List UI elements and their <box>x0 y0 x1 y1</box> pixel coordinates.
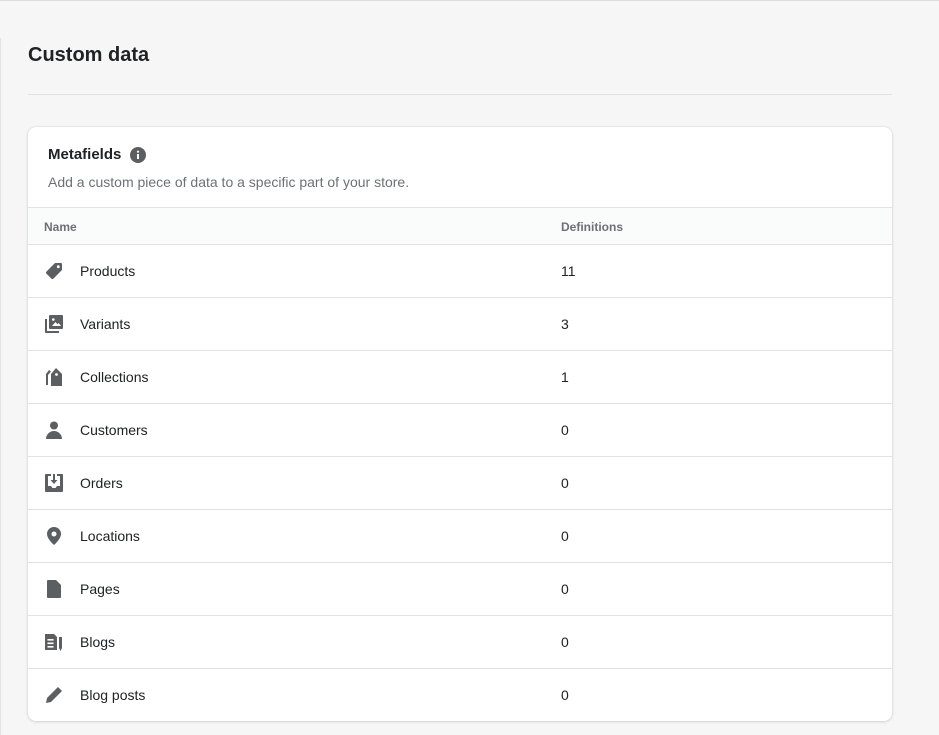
table-row-pages[interactable]: Pages 0 <box>28 563 892 616</box>
collections-icon <box>44 367 64 387</box>
left-border <box>0 38 1 735</box>
row-definitions: 0 <box>561 634 569 650</box>
page-icon <box>44 579 64 599</box>
card-title: Metafields <box>48 146 122 163</box>
row-definitions: 1 <box>561 369 569 385</box>
person-icon <box>44 420 64 440</box>
top-border <box>0 0 939 1</box>
row-definitions: 0 <box>561 475 569 491</box>
column-header-name: Name <box>44 220 77 234</box>
table-header: Name Definitions <box>28 207 892 245</box>
row-name: Pages <box>80 581 120 597</box>
row-name: Customers <box>80 422 148 438</box>
table-row-locations[interactable]: Locations 0 <box>28 510 892 563</box>
card-header: Metafields Add a custom piece of data to… <box>28 127 892 207</box>
column-header-definitions: Definitions <box>561 220 623 234</box>
info-icon[interactable] <box>130 146 147 163</box>
orders-icon <box>44 473 64 493</box>
table-body: Products 11 Variants 3 Collections 1 Cus… <box>28 245 892 721</box>
row-name: Locations <box>80 528 140 544</box>
table-row-blog-posts[interactable]: Blog posts 0 <box>28 669 892 721</box>
table-row-customers[interactable]: Customers 0 <box>28 404 892 457</box>
row-definitions: 11 <box>561 263 576 279</box>
table-row-orders[interactable]: Orders 0 <box>28 457 892 510</box>
card-title-row: Metafields <box>48 146 147 163</box>
table-row-products[interactable]: Products 11 <box>28 245 892 298</box>
row-definitions: 0 <box>561 528 569 544</box>
table-row-blogs[interactable]: Blogs 0 <box>28 616 892 669</box>
row-definitions: 0 <box>561 422 569 438</box>
row-definitions: 0 <box>561 581 569 597</box>
variants-icon <box>44 314 64 334</box>
row-name: Orders <box>80 475 123 491</box>
table-row-variants[interactable]: Variants 3 <box>28 298 892 351</box>
page-title: Custom data <box>28 44 150 66</box>
location-pin-icon <box>44 526 64 546</box>
pencil-icon <box>44 685 64 705</box>
metafields-card: Metafields Add a custom piece of data to… <box>28 127 892 721</box>
row-name: Products <box>80 263 136 279</box>
blog-icon <box>44 632 64 652</box>
row-name: Blogs <box>80 634 116 650</box>
title-divider <box>28 94 892 95</box>
table-row-collections[interactable]: Collections 1 <box>28 351 892 404</box>
tag-icon <box>44 261 64 281</box>
row-name: Blog posts <box>80 687 146 703</box>
row-definitions: 0 <box>561 687 569 703</box>
card-subtitle: Add a custom piece of data to a specific… <box>48 174 410 190</box>
row-definitions: 3 <box>561 316 569 332</box>
row-name: Collections <box>80 369 149 385</box>
row-name: Variants <box>80 316 131 332</box>
